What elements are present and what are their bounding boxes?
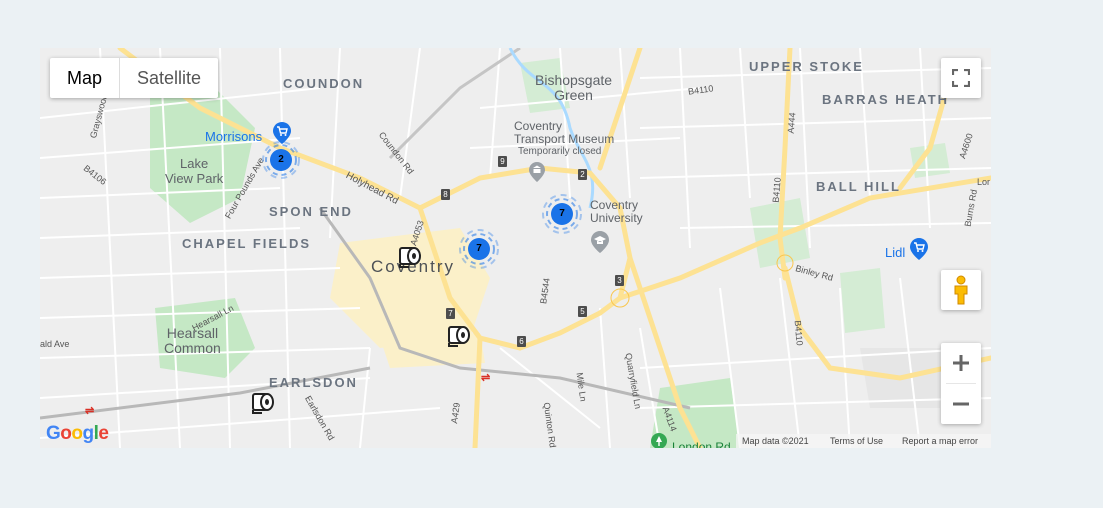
toilet-roll-marker[interactable] (446, 323, 472, 347)
marker-cluster[interactable]: 2 (261, 140, 301, 180)
map-canvas[interactable]: COUNDON UPPER STOKE BARRAS HEATH Bishops… (40, 48, 991, 448)
map-type-control: Map Satellite (50, 58, 219, 98)
road-label-a444: A444 (785, 112, 798, 134)
poi-label-london-rd: London Rd (672, 440, 731, 448)
junction-shield: 5 (578, 306, 587, 317)
road-label-ald-ave: ald Ave (40, 339, 70, 349)
area-label-earlsdon: EARLSDON (269, 375, 358, 390)
report-map-error-link[interactable]: Report a map error (902, 436, 978, 446)
place-label-bishopsgate: Bishopsgate Green (535, 72, 613, 103)
train-station-icon: ⇌ (481, 372, 491, 384)
cluster-count: 7 (559, 208, 565, 219)
map-type-satellite-button[interactable]: Satellite (120, 58, 218, 98)
fullscreen-icon (952, 69, 970, 87)
university-icon[interactable] (591, 231, 609, 253)
pegman-icon (954, 275, 968, 305)
toilet-roll-marker[interactable] (397, 244, 423, 268)
map-data-attribution: Map data ©2021 (742, 436, 809, 446)
marker-cluster[interactable]: 7 (542, 194, 582, 234)
park-icon (651, 433, 667, 448)
zoom-control (941, 343, 981, 424)
zoom-in-icon (953, 355, 969, 371)
fullscreen-button[interactable] (941, 58, 981, 98)
area-label-coundon: COUNDON (283, 76, 365, 91)
zoom-out-button[interactable] (941, 384, 981, 424)
marker-cluster[interactable]: 7 (459, 229, 499, 269)
junction-shield: 3 (615, 275, 624, 286)
road-label-b4110-south: B4110 (792, 319, 805, 347)
junction-shield: 6 (517, 336, 526, 347)
area-label-ball-hill: BALL HILL (816, 179, 901, 194)
poi-status-temporarily-closed: Temporarily closed (518, 146, 602, 157)
poi-label-lidl[interactable]: Lidl (885, 245, 905, 260)
poi-label-morrisons[interactable]: Morrisons (205, 129, 262, 144)
map-type-map-button[interactable]: Map (50, 58, 121, 98)
area-label-upper-stoke: UPPER STOKE (749, 59, 864, 74)
junction-shield: 7 (446, 308, 455, 319)
area-label-chapel-fields: CHAPEL FIELDS (182, 236, 312, 251)
train-station-icon: ⇌ (85, 405, 95, 417)
toilet-roll-icon (399, 247, 421, 268)
toilet-roll-icon (448, 326, 470, 347)
road-label-lor: Lor (977, 177, 991, 187)
toilet-roll-icon (252, 393, 274, 414)
cluster-count: 7 (476, 243, 482, 254)
zoom-in-button[interactable] (941, 343, 981, 383)
toilet-roll-marker[interactable] (250, 390, 276, 414)
terms-of-use-link[interactable]: Terms of Use (830, 436, 883, 446)
street-view-pegman[interactable] (941, 270, 981, 310)
junction-shield: 8 (441, 189, 450, 200)
poi-label-coventry-university: Coventry University (590, 198, 643, 225)
place-label-hearsall-common: Hearsall Common (164, 325, 221, 356)
area-label-barras-heath: BARRAS HEATH (822, 92, 950, 107)
place-label-lake-view-park: Lake View Park (165, 156, 224, 186)
junction-shield: 2 (578, 169, 587, 180)
poi-label-transport-museum: Coventry Transport Museum (514, 119, 615, 146)
shopping-cart-icon[interactable] (910, 238, 928, 260)
zoom-out-icon (953, 402, 969, 406)
museum-icon[interactable] (529, 162, 545, 182)
junction-shield: 9 (498, 156, 507, 167)
area-label-spon-end: SPON END (269, 204, 353, 219)
cluster-count: 2 (278, 154, 284, 165)
google-logo[interactable]: Google (46, 423, 109, 445)
